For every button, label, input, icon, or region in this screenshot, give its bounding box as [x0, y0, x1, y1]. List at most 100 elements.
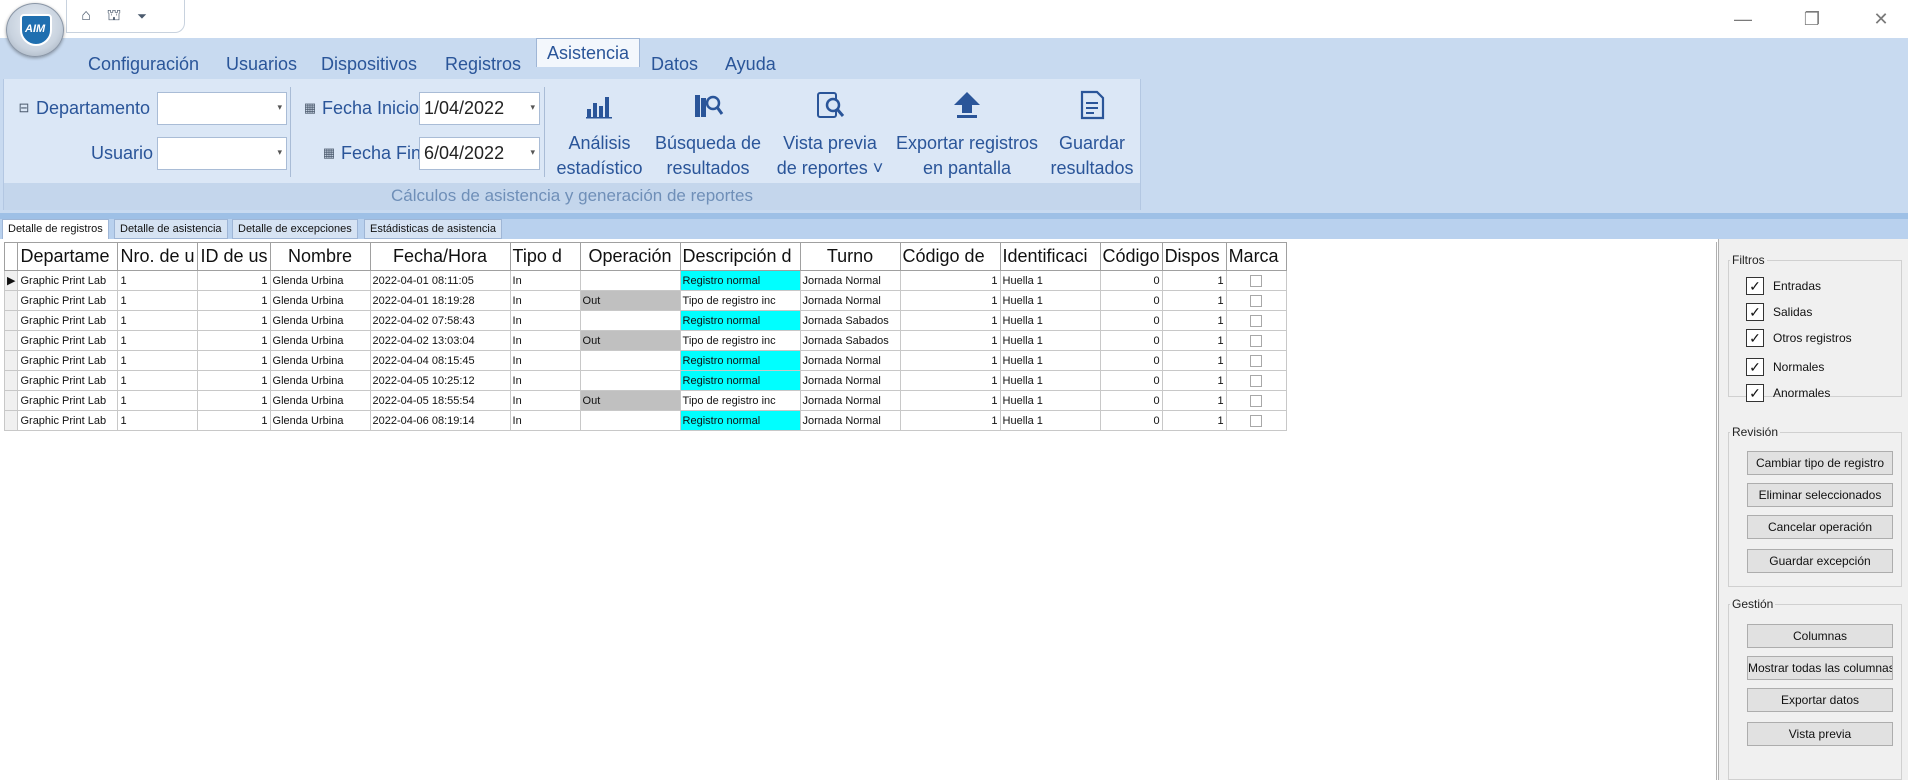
column-header[interactable]: Dispos [1161, 242, 1227, 271]
column-header[interactable]: Fecha/Hora [369, 242, 511, 271]
marca-checkbox[interactable] [1250, 294, 1263, 307]
current-row-indicator-icon[interactable]: ▶ [3, 270, 19, 291]
fecha-inicio-picker[interactable]: 1/04/2022 ▾ [419, 92, 540, 125]
row-header[interactable] [3, 350, 19, 371]
busqueda-resultados-button[interactable]: Búsqueda de resultados [652, 79, 764, 183]
cell-departamento[interactable]: Graphic Print Lab [17, 270, 119, 291]
cell-turno[interactable]: Jornada Normal [799, 350, 901, 371]
cell-nombre[interactable]: Glenda Urbina [269, 410, 371, 431]
home-icon[interactable]: ⌂ [75, 5, 97, 27]
cell-departamento[interactable]: Graphic Print Lab [17, 370, 119, 391]
columnas-button[interactable]: Columnas [1747, 624, 1893, 648]
cell-codigo[interactable]: 1 [899, 310, 1001, 331]
cell-codigo-2[interactable]: 0 [1099, 370, 1163, 391]
eliminar-seleccionados-button[interactable]: Eliminar seleccionados [1747, 483, 1893, 507]
cell-codigo-2[interactable]: 0 [1099, 330, 1163, 351]
cell-nro-usuario[interactable]: 1 [117, 270, 199, 291]
cell-nombre[interactable]: Glenda Urbina [269, 290, 371, 311]
fingerprint-device-icon[interactable]: ⛫ [103, 5, 125, 27]
column-header[interactable]: Turno [799, 242, 901, 271]
cell-identificacion[interactable]: Huella 1 [999, 350, 1101, 371]
cell-marca[interactable] [1225, 390, 1287, 411]
cell-turno[interactable]: Jornada Normal [799, 290, 901, 311]
cell-marca[interactable] [1225, 290, 1287, 311]
table-row[interactable]: Graphic Print Lab 1 1 Glenda Urbina 2022-04-… [3, 290, 1287, 311]
cell-operacion[interactable] [579, 310, 681, 331]
cell-codigo[interactable]: 1 [899, 390, 1001, 411]
column-header[interactable]: Departame [17, 242, 119, 271]
cell-turno[interactable]: Jornada Normal [799, 390, 901, 411]
column-header[interactable]: Nombre [269, 242, 371, 271]
column-header[interactable]: Código de [899, 242, 1001, 271]
cancelar-operacion-button[interactable]: Cancelar operación [1747, 515, 1893, 539]
cell-fecha-hora[interactable]: 2022-04-02 07:58:43 [369, 310, 511, 331]
guardar-resultados-button[interactable]: Guardar resultados [1046, 79, 1138, 183]
checkbox-checked-icon[interactable]: ✓ [1746, 384, 1764, 402]
cell-nombre[interactable]: Glenda Urbina [269, 370, 371, 391]
cell-id-usuario[interactable]: 1 [197, 270, 271, 291]
checkbox-checked-icon[interactable]: ✓ [1746, 277, 1764, 295]
cell-id-usuario[interactable]: 1 [197, 370, 271, 391]
cell-tipo[interactable]: In [509, 290, 581, 311]
cell-nombre[interactable]: Glenda Urbina [269, 350, 371, 371]
cell-fecha-hora[interactable]: 2022-04-01 08:11:05 [369, 270, 511, 291]
cell-codigo[interactable]: 1 [899, 350, 1001, 371]
marca-checkbox[interactable] [1250, 394, 1263, 407]
cell-tipo[interactable]: In [509, 270, 581, 291]
checkbox-checked-icon[interactable]: ✓ [1746, 329, 1764, 347]
column-header[interactable]: ID de us [197, 242, 271, 271]
table-row[interactable]: Graphic Print Lab 1 1 Glenda Urbina 2022-04-… [3, 370, 1287, 391]
close-icon[interactable]: ✕ [1866, 5, 1896, 33]
cell-fecha-hora[interactable]: 2022-04-05 18:55:54 [369, 390, 511, 411]
cell-descripcion[interactable]: Tipo de registro inc [679, 290, 801, 311]
tab-detalle-asistencia[interactable]: Detalle de asistencia [114, 219, 228, 239]
table-row[interactable]: Graphic Print Lab 1 1 Glenda Urbina 2022-04-… [3, 410, 1287, 431]
marca-checkbox[interactable] [1250, 274, 1263, 287]
cell-nro-usuario[interactable]: 1 [117, 370, 199, 391]
menu-tab-dispositivos[interactable]: Dispositivos [311, 50, 427, 79]
cell-codigo-2[interactable]: 0 [1099, 270, 1163, 291]
cell-descripcion[interactable]: Registro normal [679, 310, 801, 331]
row-header[interactable] [3, 370, 19, 391]
cell-nro-usuario[interactable]: 1 [117, 330, 199, 351]
departamento-combo[interactable]: ▾ [157, 92, 287, 125]
marca-checkbox[interactable] [1250, 354, 1263, 367]
cell-dispositivo[interactable]: 1 [1161, 410, 1227, 431]
cell-fecha-hora[interactable]: 2022-04-01 18:19:28 [369, 290, 511, 311]
row-header[interactable] [3, 390, 19, 411]
fecha-fin-picker[interactable]: 6/04/2022 ▾ [419, 137, 540, 170]
table-row[interactable]: Graphic Print Lab 1 1 Glenda Urbina 2022-04-… [3, 310, 1287, 331]
cell-departamento[interactable]: Graphic Print Lab [17, 310, 119, 331]
cell-tipo[interactable]: In [509, 330, 581, 351]
cell-departamento[interactable]: Graphic Print Lab [17, 390, 119, 411]
column-header[interactable]: Código [1099, 242, 1163, 271]
restore-icon[interactable]: ❐ [1797, 5, 1827, 33]
cell-nombre[interactable]: Glenda Urbina [269, 310, 371, 331]
menu-tab-usuarios[interactable]: Usuarios [216, 50, 307, 79]
menu-tab-ayuda[interactable]: Ayuda [715, 50, 786, 79]
column-header[interactable]: Descripción d [679, 242, 801, 271]
cell-marca[interactable] [1225, 310, 1287, 331]
exportar-registros-button[interactable]: Exportar registros en pantalla [892, 79, 1042, 183]
cell-operacion[interactable] [579, 350, 681, 371]
cell-codigo[interactable]: 1 [899, 410, 1001, 431]
cell-fecha-hora[interactable]: 2022-04-04 08:15:45 [369, 350, 511, 371]
checkbox-checked-icon[interactable]: ✓ [1746, 303, 1764, 321]
cell-dispositivo[interactable]: 1 [1161, 350, 1227, 371]
cell-dispositivo[interactable]: 1 [1161, 270, 1227, 291]
minimize-icon[interactable]: — [1728, 5, 1758, 33]
cell-nro-usuario[interactable]: 1 [117, 390, 199, 411]
cell-codigo[interactable]: 1 [899, 290, 1001, 311]
cell-codigo[interactable]: 1 [899, 270, 1001, 291]
checkbox-checked-icon[interactable]: ✓ [1746, 358, 1764, 376]
cell-departamento[interactable]: Graphic Print Lab [17, 410, 119, 431]
analisis-estadistico-button[interactable]: Análisis estadístico [552, 79, 647, 183]
cell-operacion[interactable]: Out [579, 290, 681, 311]
cell-turno[interactable]: Jornada Normal [799, 410, 901, 431]
cell-identificacion[interactable]: Huella 1 [999, 330, 1101, 351]
cell-dispositivo[interactable]: 1 [1161, 370, 1227, 391]
guardar-excepcion-button[interactable]: Guardar excepción [1747, 549, 1893, 573]
column-header[interactable]: Nro. de u [117, 242, 199, 271]
cell-operacion[interactable] [579, 270, 681, 291]
marca-checkbox[interactable] [1250, 374, 1263, 387]
